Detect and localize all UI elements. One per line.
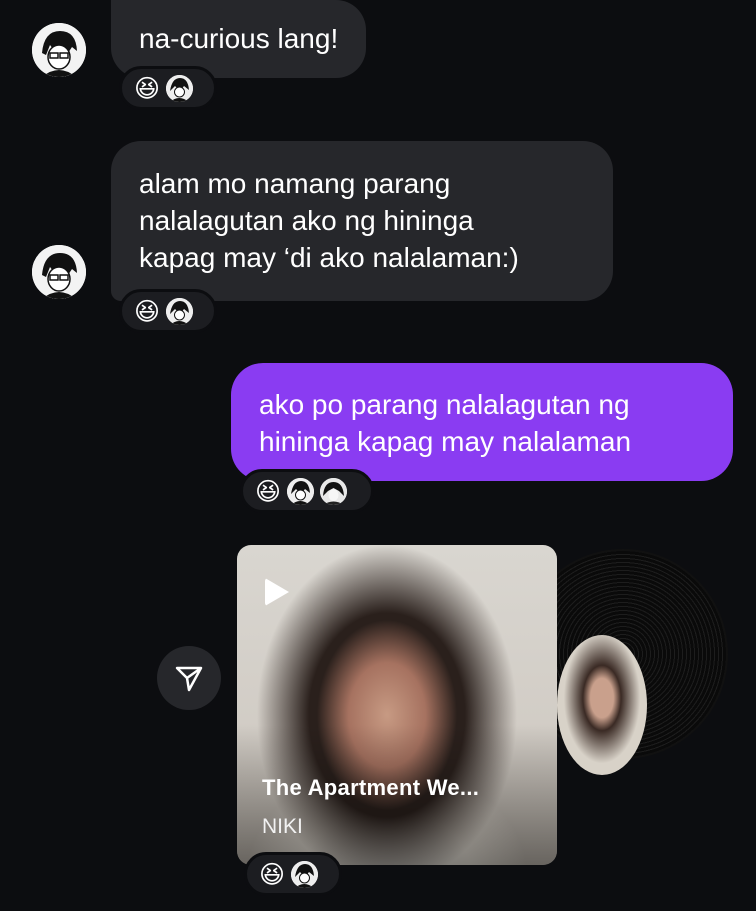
reaction-bar[interactable]: 😆 xyxy=(119,66,217,110)
reaction-bar[interactable]: 😆 xyxy=(119,289,217,333)
share-icon xyxy=(175,666,203,692)
reaction-bar[interactable]: 😆 xyxy=(244,852,342,896)
laughing-emoji-icon: 😆 xyxy=(134,73,161,103)
message-text-line: nalalagutan ako ng hininga xyxy=(139,205,474,236)
reactor-avatar-icon xyxy=(320,477,348,505)
music-share-card[interactable]: The Apartment We... NIKI xyxy=(237,545,557,865)
message-text: na-curious lang! xyxy=(139,23,339,54)
laughing-emoji-icon: 😆 xyxy=(259,859,286,889)
contact-avatar[interactable] xyxy=(32,23,86,77)
share-button[interactable] xyxy=(157,646,221,710)
reaction-bar[interactable]: 😆 xyxy=(240,469,374,513)
laughing-emoji-icon: 😆 xyxy=(134,296,161,326)
song-title: The Apartment We... xyxy=(262,775,480,800)
message-text-line: kapag may ‘di ako nalalaman:) xyxy=(139,242,519,273)
laughing-emoji-icon: 😆 xyxy=(255,476,282,506)
reactor-avatar-icon xyxy=(287,477,315,505)
reactor-avatar-icon xyxy=(166,74,194,102)
reactor-avatar-icon xyxy=(291,860,319,888)
message-text-line: hininga kapag may nalalaman xyxy=(259,426,632,457)
message-text-line: ako po parang nalalagutan ng xyxy=(259,389,630,420)
reactor-avatar-icon xyxy=(166,297,194,325)
song-artist: NIKI xyxy=(262,815,303,838)
message-text-line: alam mo namang parang xyxy=(139,168,451,199)
contact-avatar[interactable] xyxy=(32,245,86,299)
play-icon[interactable] xyxy=(265,578,289,606)
outgoing-message[interactable]: ako po parang nalalagutan ng hininga kap… xyxy=(231,363,733,481)
incoming-message[interactable]: alam mo namang parang nalalagutan ako ng… xyxy=(111,141,613,301)
vinyl-label-art xyxy=(557,635,647,775)
